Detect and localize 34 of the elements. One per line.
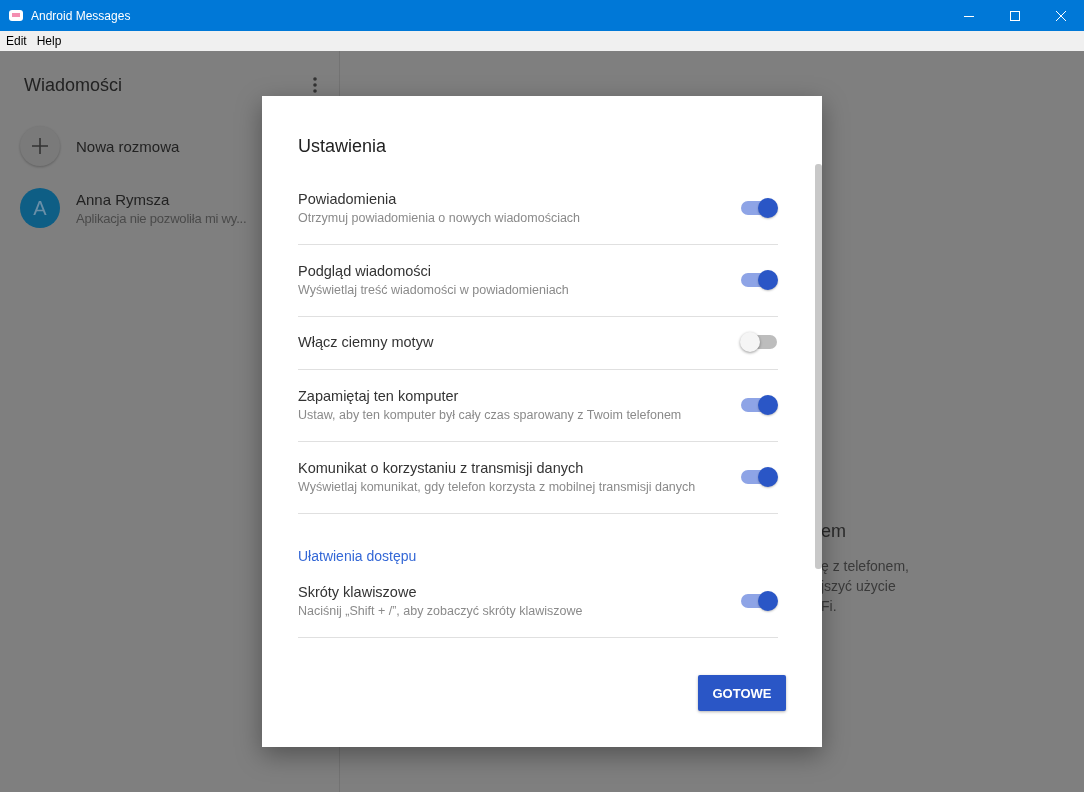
plus-icon (20, 126, 60, 166)
scrollbar[interactable] (815, 164, 822, 569)
toggle-switch[interactable] (740, 465, 778, 488)
menu-item[interactable]: Edit (6, 34, 27, 48)
done-button[interactable]: GOTOWE (698, 675, 786, 711)
toggle-switch[interactable] (740, 393, 778, 416)
avatar: A (20, 188, 60, 228)
setting-label: Powiadomienia (298, 190, 398, 207)
pane-text: ę z telefonem, (821, 557, 909, 576)
setting-description: Naciśnij „Shift + /”, aby zobaczyć skróty klawiszowe (298, 603, 583, 618)
toggle-switch[interactable] (740, 268, 778, 291)
setting-description: Ustaw, aby ten komputer był cały czas sparowany z Twoim telefonem (298, 407, 682, 422)
setting-label: Komunikat o korzystaniu z transmisji danych (298, 459, 585, 476)
toggle-switch[interactable] (740, 589, 778, 612)
more-options-icon[interactable] (313, 77, 317, 93)
toggle-switch[interactable] (740, 331, 778, 353)
app-icon (9, 9, 23, 22)
window-title: Android Messages (31, 8, 132, 23)
setting-description: Wyświetlaj treść wiadomości w powiadomieniach (298, 282, 569, 297)
setting-description: Wyświetlaj komunikat, gdy telefon korzysta z mobilnej transmisji danych (298, 479, 696, 494)
toggle-switch[interactable] (740, 196, 778, 219)
pane-text: Fi. (821, 597, 837, 616)
dialog-title: Ustawienia (298, 136, 388, 157)
setting-label: Skróty klawiszowe (298, 583, 418, 600)
menu-item[interactable]: Help (36, 34, 62, 48)
pane-text: jszyć użycie (821, 577, 896, 596)
sidebar-title: Wiadomości (24, 74, 123, 96)
setting-label: Włącz ciemny motyw (298, 334, 434, 350)
pane-heading: em (821, 521, 846, 542)
contact-name: Anna Rymsza (76, 190, 171, 208)
section-heading: Ułatwienia dostępu (298, 548, 418, 564)
setting-label: Zapamiętaj ten komputer (298, 387, 460, 404)
setting-description: Otrzymuj powiadomienia o nowych wiadomościach (298, 210, 581, 225)
setting-label: Podgląd wiadomości (298, 262, 432, 279)
